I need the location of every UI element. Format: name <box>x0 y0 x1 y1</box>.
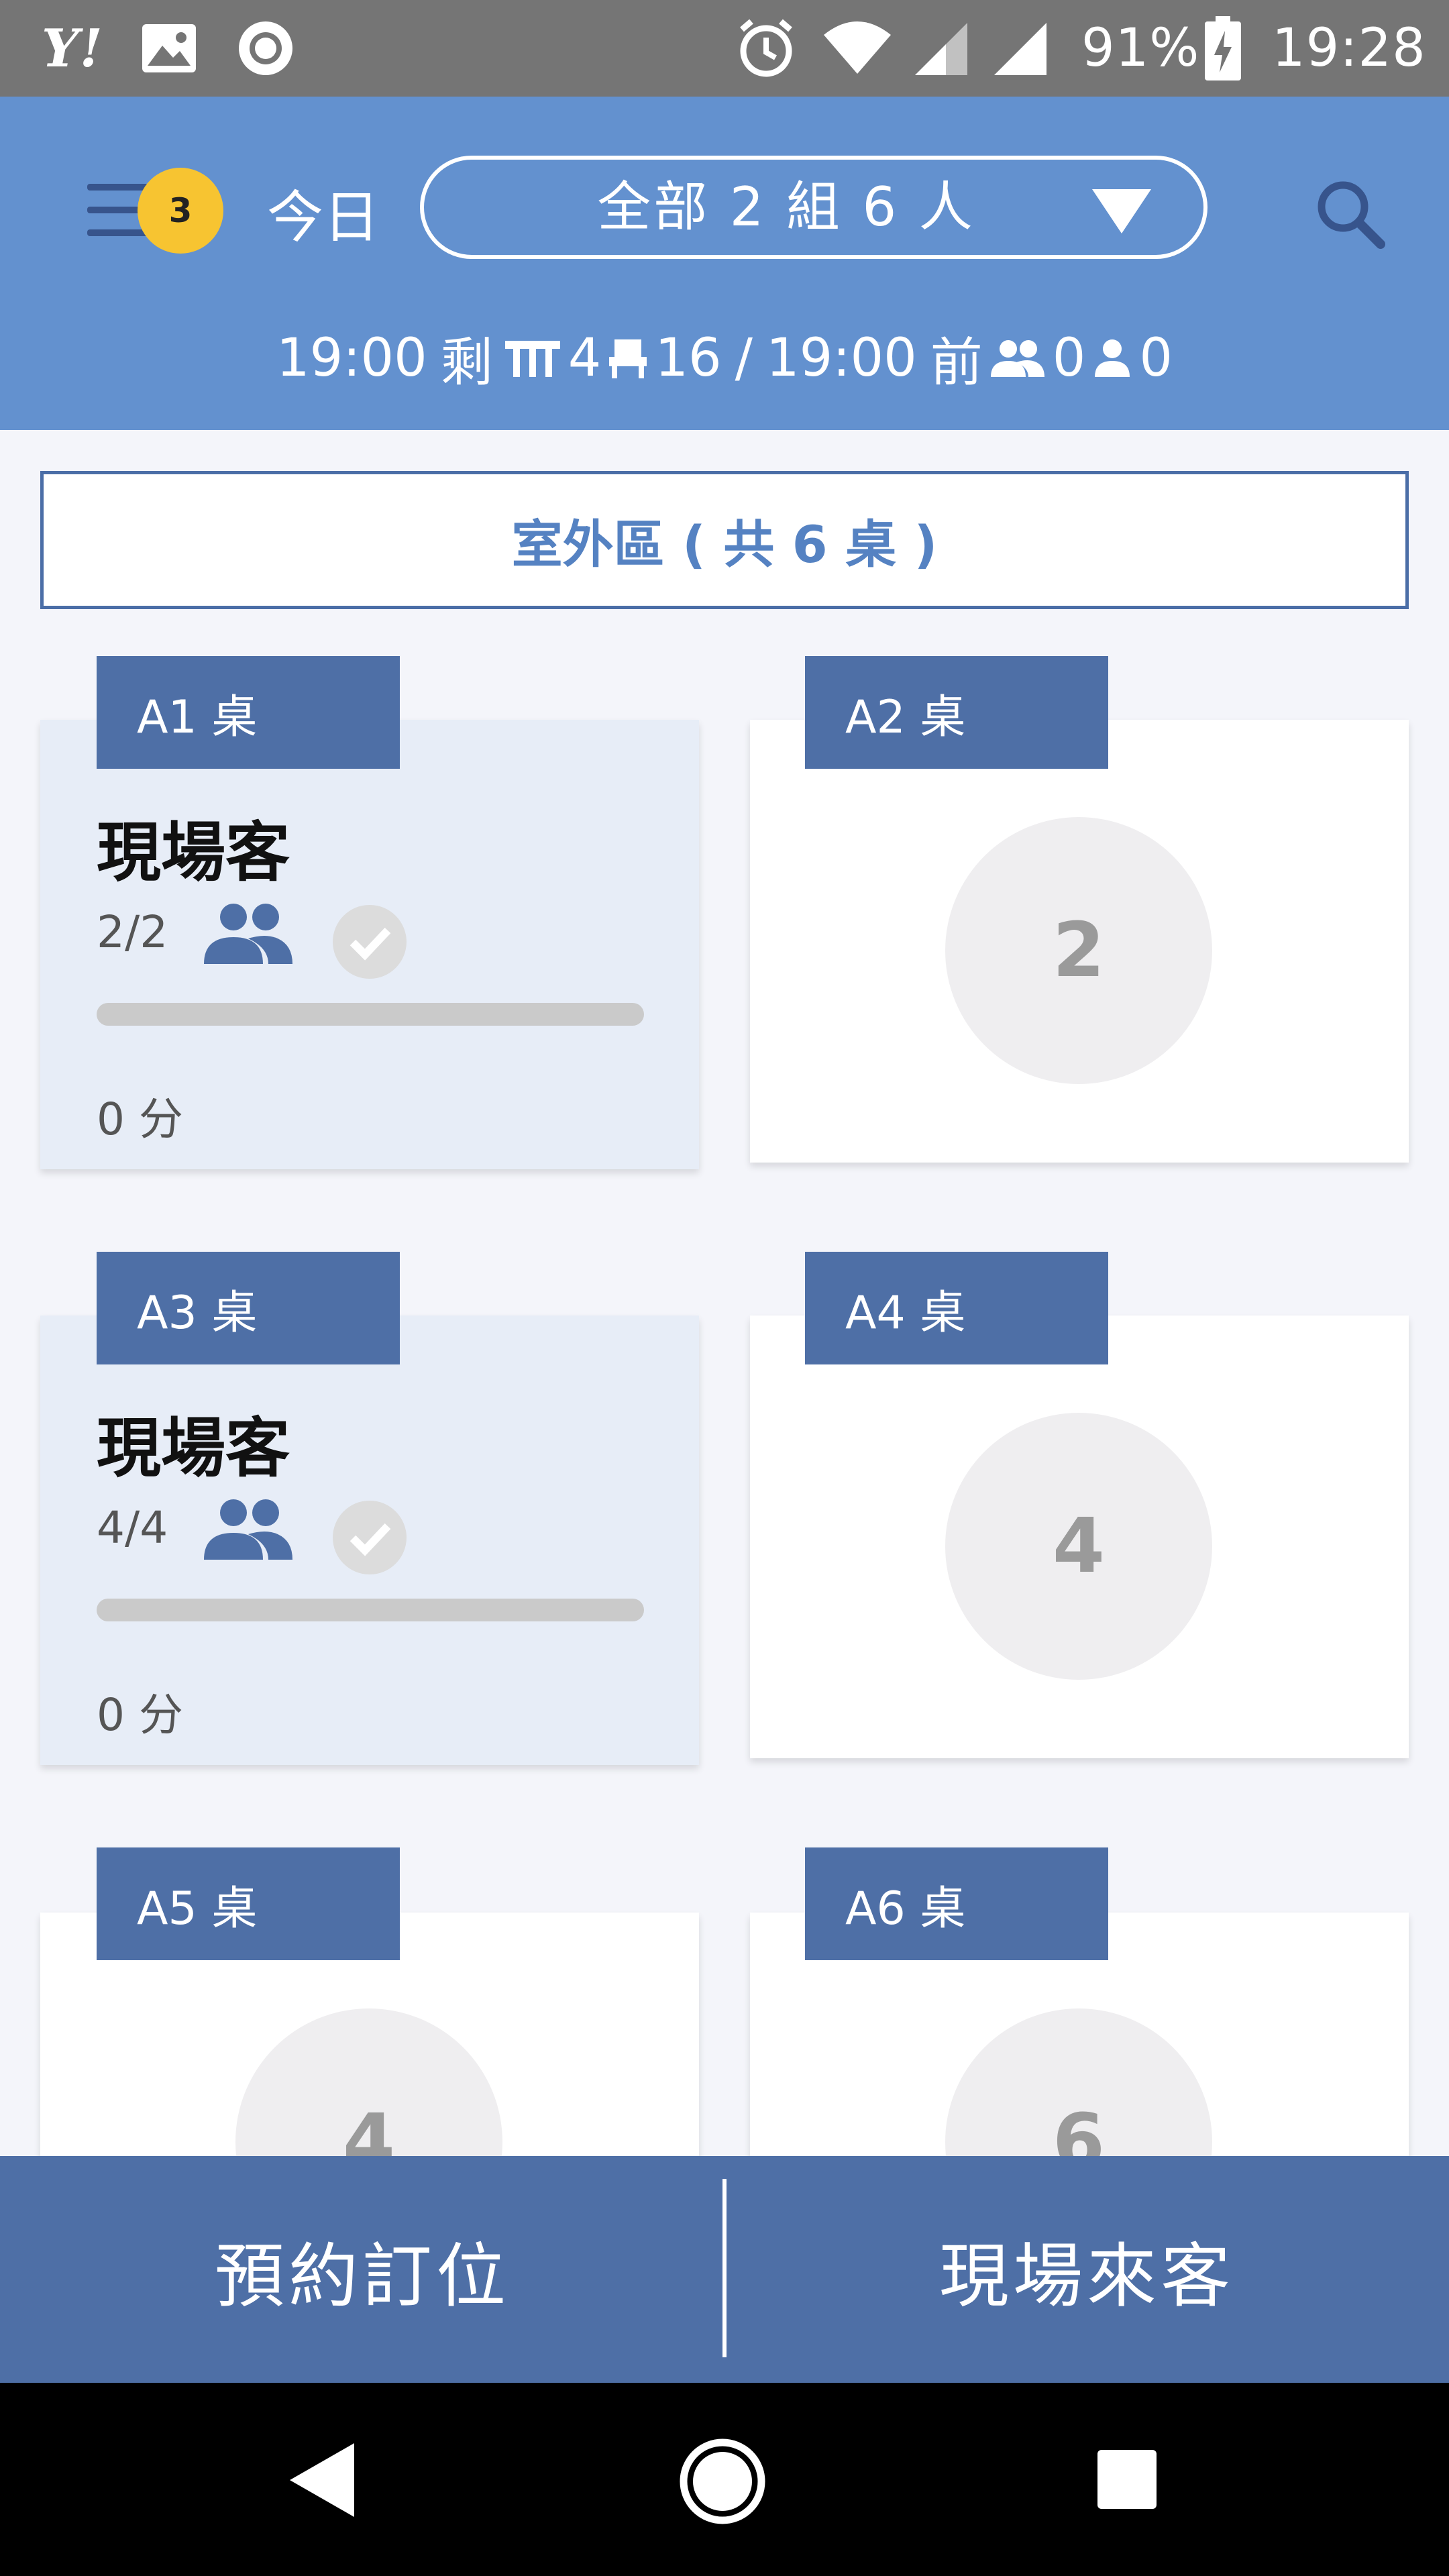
dropdown-caret-icon <box>1092 189 1151 233</box>
summary-before-label: 前 <box>930 333 983 393</box>
check-icon[interactable] <box>333 905 407 979</box>
summary-time: 19:00 <box>276 328 427 388</box>
alarm-icon <box>735 0 797 97</box>
zone-header[interactable]: 室外區 ( 共 6 桌 ) <box>40 471 1409 609</box>
guest-count: 4/4 <box>97 1502 168 1554</box>
battery-percent: 91% <box>1081 18 1200 78</box>
summary-groups-before: 0 <box>1052 328 1086 388</box>
signal-icon-2 <box>991 0 1048 97</box>
table-card-a4[interactable]: 4 <box>750 1316 1409 1758</box>
elapsed-time: 0 分 <box>97 1093 183 1145</box>
table-tag-a4: A4 桌 <box>805 1252 1108 1364</box>
people-icon <box>201 900 295 967</box>
gallery-icon <box>141 0 197 97</box>
record-icon <box>236 0 295 97</box>
capacity-circle: 4 <box>945 1413 1212 1680</box>
app-header: 3 今日 全部 2 組 6 人 19:00 剩 4 16 / 19:00 前 0… <box>0 97 1449 430</box>
search-icon[interactable] <box>1313 177 1387 251</box>
capacity-circle: 6 <box>945 2008 1212 2181</box>
summary-before-time: 19:00 <box>765 328 917 388</box>
table-tag-a1: A1 桌 <box>97 656 400 769</box>
table-card-a3[interactable]: 現場客 4/4 0 分 <box>40 1316 699 1765</box>
elapsed-time: 0 分 <box>97 1689 183 1741</box>
clock: 19:28 <box>1272 0 1426 97</box>
home-icon[interactable] <box>678 2436 767 2526</box>
date-label[interactable]: 今日 <box>267 177 380 258</box>
check-icon[interactable] <box>333 1501 407 1574</box>
wifi-icon <box>822 0 892 97</box>
filter-label: 全部 2 組 6 人 <box>597 176 975 238</box>
notification-badge[interactable]: 3 <box>138 168 223 254</box>
carrier-text: Y! <box>42 17 103 79</box>
clock-text: 19:28 <box>1272 18 1426 78</box>
table-tag-a5: A5 桌 <box>97 1847 400 1960</box>
table-card-a2[interactable]: 2 <box>750 720 1409 1163</box>
table-icon <box>504 341 560 377</box>
guest-type: 現場客 <box>97 815 290 890</box>
table-tag-a3: A3 桌 <box>97 1252 400 1364</box>
back-icon[interactable] <box>287 2440 357 2520</box>
signal-icon-1 <box>912 0 969 97</box>
person-icon <box>1095 339 1130 377</box>
summary-remaining-label: 剩 <box>440 333 493 393</box>
filter-dropdown[interactable]: 全部 2 組 6 人 <box>420 156 1208 259</box>
system-nav-bar <box>0 2383 1449 2576</box>
table-tag-a2: A2 桌 <box>805 656 1108 769</box>
carrier-logo: Y! <box>42 0 103 97</box>
time-progress-bar <box>97 1599 644 1621</box>
battery-icon <box>1205 0 1241 97</box>
summary-separator: / <box>735 328 753 388</box>
summary-tables-remaining: 4 <box>568 328 602 388</box>
reserve-button[interactable]: 預約訂位 <box>0 2156 724 2383</box>
battery-text: 91% <box>1081 0 1199 97</box>
bottom-action-bar: 預約訂位 現場來客 <box>0 2156 1449 2383</box>
capacity-circle: 2 <box>945 817 1212 1084</box>
guest-count: 2/2 <box>97 906 168 958</box>
group-icon <box>990 340 1044 377</box>
table-card-a1[interactable]: 現場客 2/2 0 分 <box>40 720 699 1169</box>
guest-type: 現場客 <box>97 1411 290 1486</box>
zone-title: 室外區 ( 共 6 桌 ) <box>511 515 938 574</box>
walkin-button[interactable]: 現場來客 <box>724 2156 1449 2383</box>
table-tag-a6: A6 桌 <box>805 1847 1108 1960</box>
summary-people-before: 0 <box>1139 328 1173 388</box>
people-icon <box>201 1495 295 1562</box>
summary-seats-remaining: 16 <box>655 328 722 388</box>
availability-summary: 19:00 剩 4 16 / 19:00 前 0 0 <box>0 318 1449 398</box>
recents-icon[interactable] <box>1096 2449 1158 2510</box>
seat-icon <box>609 339 647 378</box>
time-progress-bar <box>97 1003 644 1026</box>
capacity-circle: 4 <box>235 2008 502 2181</box>
status-bar: Y! 91% 19:28 <box>0 0 1449 97</box>
